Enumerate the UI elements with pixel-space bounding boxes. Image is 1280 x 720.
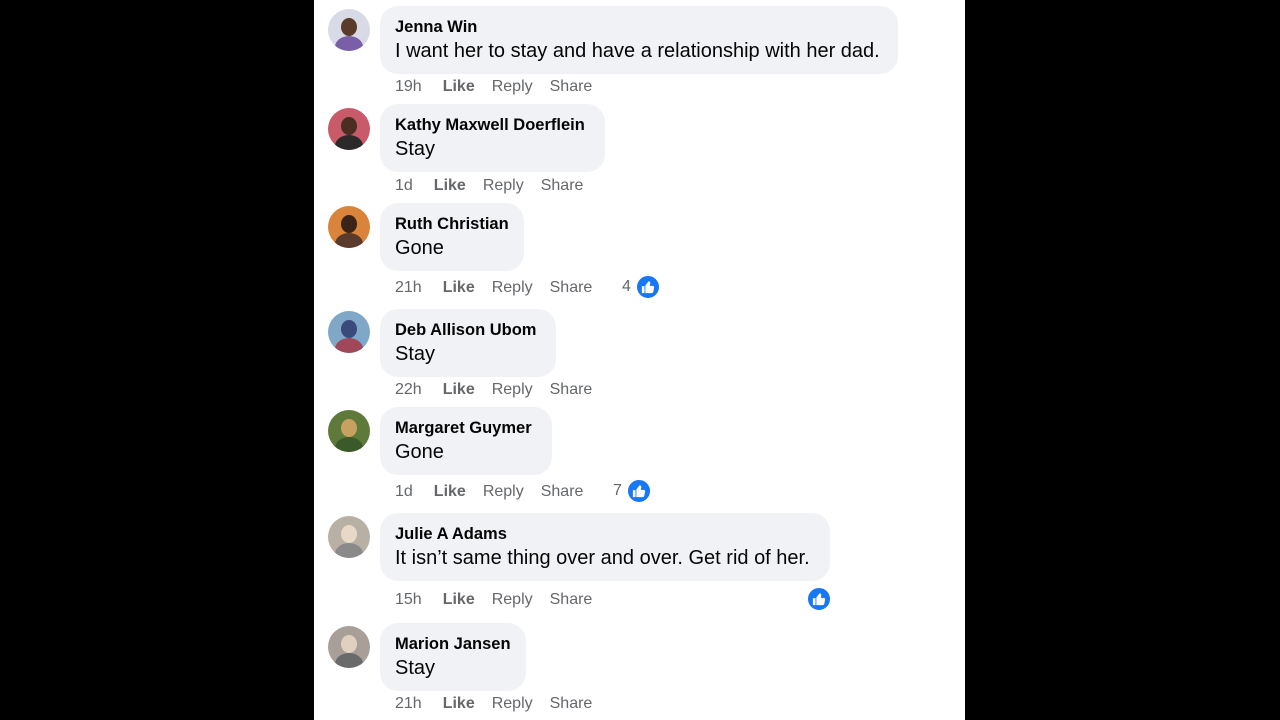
reply-button[interactable]: Reply (483, 482, 524, 502)
reply-button[interactable]: Reply (492, 694, 533, 714)
comment-text: Stay (395, 343, 436, 365)
reaction-count[interactable]: 7 (613, 479, 652, 503)
share-button[interactable]: Share (541, 176, 584, 196)
reaction-count[interactable] (802, 587, 832, 611)
avatar[interactable] (328, 206, 370, 248)
avatar[interactable] (328, 311, 370, 353)
comment-actions: 21h Like Reply Share (395, 278, 609, 298)
like-button[interactable]: Like (443, 77, 475, 97)
comment-text: I want her to stay and have a relationsh… (395, 40, 880, 62)
comment-actions: 1d Like Reply Share (395, 482, 600, 502)
comment-bubble: Ruth Christian Gone (380, 203, 524, 271)
comment-author[interactable]: Ruth Christian (395, 213, 509, 235)
share-button[interactable]: Share (541, 482, 584, 502)
comment-timestamp[interactable]: 21h (395, 694, 422, 714)
comment-bubble: Margaret Guymer Gone (380, 407, 552, 475)
comment-actions: 19h Like Reply Share (395, 77, 609, 97)
share-button[interactable]: Share (550, 694, 593, 714)
thumbs-up-icon (627, 479, 652, 503)
comment-actions: 1d Like Reply Share (395, 176, 600, 196)
avatar[interactable] (328, 410, 370, 452)
comment-bubble: Deb Allison Ubom Stay (380, 309, 556, 377)
comment-text: It isn’t same thing over and over. Get r… (395, 547, 810, 569)
avatar[interactable] (328, 9, 370, 51)
avatar[interactable] (328, 108, 370, 150)
comment-actions: 21h Like Reply Share (395, 694, 609, 714)
reply-button[interactable]: Reply (492, 590, 533, 610)
reaction-number: 4 (622, 278, 631, 295)
comment-bubble: Marion Jansen Stay (380, 623, 526, 691)
share-button[interactable]: Share (550, 77, 593, 97)
comment-actions: 15h Like Reply Share (395, 590, 609, 610)
share-button[interactable]: Share (550, 278, 593, 298)
thumbs-up-icon (636, 275, 661, 299)
comment-author[interactable]: Kathy Maxwell Doerflein (395, 114, 589, 136)
comment-author[interactable]: Julie A Adams (395, 523, 814, 545)
like-button[interactable]: Like (434, 176, 466, 196)
comment-text: Gone (395, 237, 444, 259)
reply-button[interactable]: Reply (483, 176, 524, 196)
reply-button[interactable]: Reply (492, 278, 533, 298)
reply-button[interactable]: Reply (492, 77, 533, 97)
comment-author[interactable]: Jenna Win (395, 16, 882, 38)
comment-author[interactable]: Margaret Guymer (395, 417, 536, 439)
comment-actions: 22h Like Reply Share (395, 380, 609, 400)
comment-text: Gone (395, 441, 444, 463)
comment-timestamp[interactable]: 21h (395, 278, 422, 298)
comment-timestamp[interactable]: 1d (395, 482, 413, 502)
comment-text: Stay (395, 138, 436, 160)
avatar[interactable] (328, 626, 370, 668)
reaction-count[interactable]: 4 (622, 275, 661, 299)
comment-timestamp[interactable]: 1d (395, 176, 413, 196)
avatar[interactable] (328, 516, 370, 558)
comment-timestamp[interactable]: 22h (395, 380, 422, 400)
like-button[interactable]: Like (443, 590, 475, 610)
share-button[interactable]: Share (550, 590, 593, 610)
comment-bubble: Jenna Win I want her to stay and have a … (380, 6, 898, 74)
comment-timestamp[interactable]: 19h (395, 77, 422, 97)
reply-button[interactable]: Reply (492, 380, 533, 400)
like-button[interactable]: Like (443, 380, 475, 400)
reaction-number: 7 (613, 482, 622, 499)
comments-panel: Jenna Win I want her to stay and have a … (314, 0, 965, 720)
comment-bubble: Julie A Adams It isn’t same thing over a… (380, 513, 830, 581)
comment-author[interactable]: Deb Allison Ubom (395, 319, 540, 341)
share-button[interactable]: Share (550, 380, 593, 400)
thumbs-up-icon (807, 587, 832, 611)
like-button[interactable]: Like (443, 694, 475, 714)
like-button[interactable]: Like (434, 482, 466, 502)
comment-bubble: Kathy Maxwell Doerflein Stay (380, 104, 605, 172)
comment-timestamp[interactable]: 15h (395, 590, 422, 610)
like-button[interactable]: Like (443, 278, 475, 298)
comment-text: Stay (395, 657, 436, 679)
comment-author[interactable]: Marion Jansen (395, 633, 511, 655)
